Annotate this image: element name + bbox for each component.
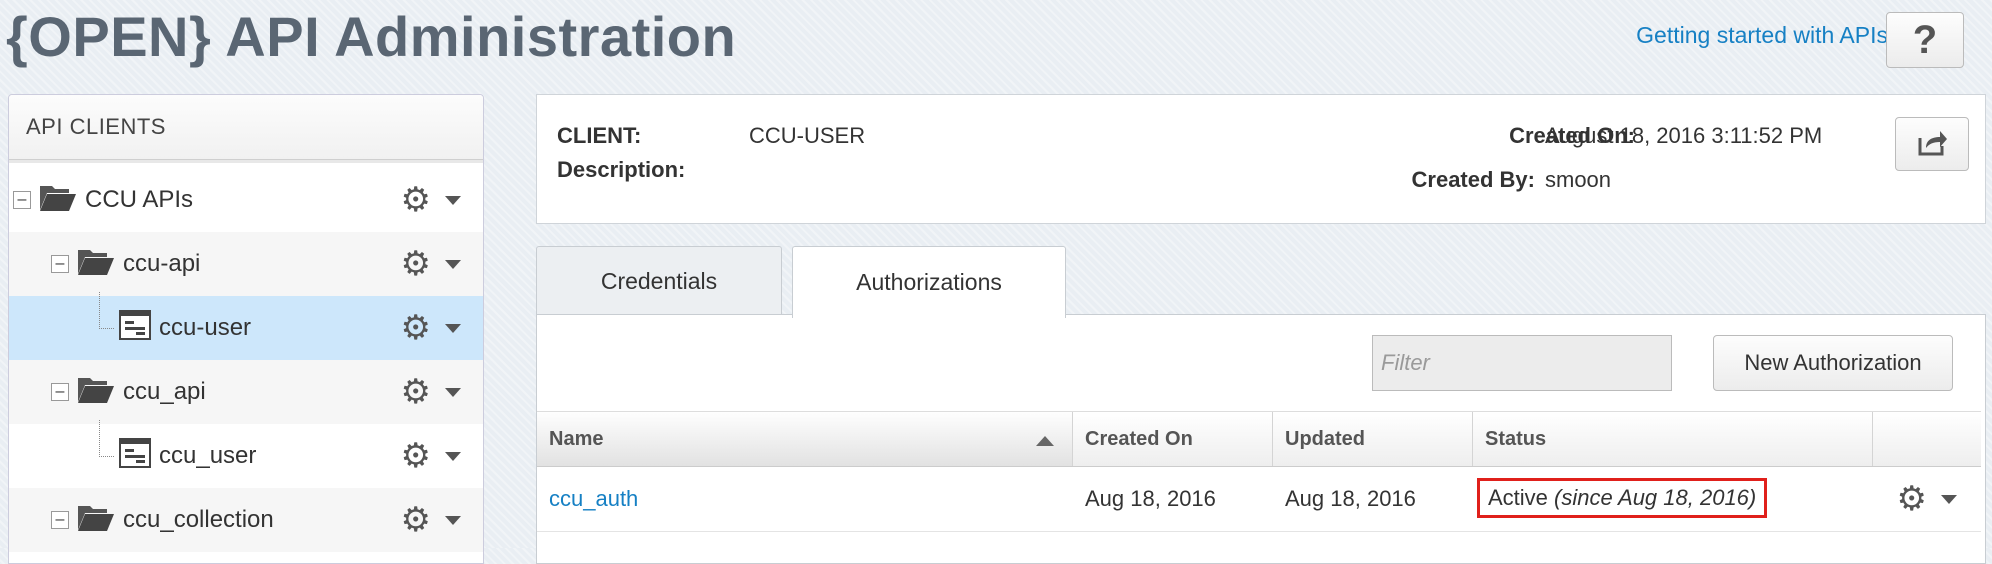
row-actions-menu[interactable]: ⚙ [401, 247, 461, 281]
help-button[interactable]: ? [1886, 12, 1964, 68]
share-icon [1916, 128, 1948, 161]
row-actions-menu[interactable]: ⚙ [401, 503, 461, 537]
tree-item-ccu_collection-folder[interactable]: – ccu_collection ⚙ [9, 488, 483, 552]
collapse-icon[interactable]: – [51, 383, 69, 401]
table-header: Name Created On Updated Status [537, 411, 1981, 467]
api-clients-tree: – CCU APIs ⚙ – ccu-api ⚙ ccu-user ⚙ – cc… [9, 160, 483, 552]
export-button[interactable] [1895, 117, 1969, 171]
tree-item-ccu-api-folder[interactable]: – ccu-api ⚙ [9, 232, 483, 296]
gear-icon[interactable]: ⚙ [401, 311, 431, 345]
client-detail-panel: CLIENT: CCU-USER Description: Created On… [536, 94, 1986, 224]
chevron-down-icon[interactable] [445, 515, 461, 525]
tab-credentials[interactable]: Credentials [536, 246, 782, 316]
created-by-label: Created By: [1411, 167, 1535, 192]
updated-cell: Aug 18, 2016 [1285, 486, 1416, 511]
created-on-cell: Aug 18, 2016 [1085, 486, 1216, 511]
row-actions-menu[interactable]: ⚙ [401, 311, 461, 345]
sort-ascending-icon [1036, 436, 1054, 446]
chevron-down-icon[interactable] [445, 451, 461, 461]
tree-item-label: ccu_api [123, 378, 206, 405]
client-icon [119, 309, 151, 347]
folder-open-icon [77, 502, 115, 539]
help-icon: ? [1912, 17, 1938, 62]
gear-icon[interactable]: ⚙ [401, 183, 431, 217]
status-cell: Active (since Aug 18, 2016) [1477, 478, 1768, 518]
status-value: Active [1488, 485, 1548, 510]
authorizations-table: Name Created On Updated Status ccu_auth … [537, 411, 1981, 532]
filter-input[interactable]: Filter [1372, 335, 1672, 391]
gear-icon[interactable]: ⚙ [401, 439, 431, 473]
new-authorization-button[interactable]: New Authorization [1713, 335, 1953, 391]
getting-started-link[interactable]: Getting started with APIs [1636, 22, 1888, 49]
created-by-value: smoon [1545, 167, 1612, 192]
row-actions-menu[interactable]: ⚙ [1897, 482, 1957, 516]
row-actions-menu[interactable]: ⚙ [401, 375, 461, 409]
page-title: {OPEN} API Administration [6, 5, 737, 68]
tree-item-ccu_api-folder[interactable]: – ccu_api ⚙ [9, 360, 483, 424]
folder-open-icon [77, 246, 115, 283]
collapse-icon[interactable]: – [51, 511, 69, 529]
tree-item-label: ccu_collection [123, 506, 274, 533]
tree-item-ccu-user[interactable]: ccu-user ⚙ [9, 292, 483, 360]
tree-item-ccu-apis[interactable]: – CCU APIs ⚙ [9, 168, 483, 232]
gear-icon[interactable]: ⚙ [401, 503, 431, 537]
column-header-label: Name [549, 428, 604, 450]
chevron-down-icon[interactable] [445, 259, 461, 269]
tree-item-label: CCU APIs [85, 186, 194, 213]
tree-item-ccu_user[interactable]: ccu_user ⚙ [9, 420, 483, 488]
row-actions-menu[interactable]: ⚙ [401, 439, 461, 473]
tab-authorizations[interactable]: Authorizations [792, 246, 1066, 318]
client-icon [119, 437, 151, 475]
column-header-actions [1873, 412, 1981, 466]
chevron-down-icon[interactable] [445, 195, 461, 205]
authorization-name[interactable]: ccu_auth [549, 486, 638, 511]
gear-icon[interactable]: ⚙ [401, 375, 431, 409]
api-clients-panel: API CLIENTS – CCU APIs ⚙ – ccu-api ⚙ ccu… [8, 94, 484, 564]
tree-item-label: ccu-api [123, 250, 201, 277]
folder-open-icon [39, 182, 77, 219]
column-header-updated[interactable]: Updated [1273, 412, 1473, 466]
tree-connector [99, 292, 114, 329]
client-label: CLIENT: [557, 123, 642, 148]
table-row: ccu_auth Aug 18, 2016 Aug 18, 2016 Activ… [537, 467, 1981, 532]
chevron-down-icon[interactable] [1941, 494, 1957, 504]
row-actions-menu[interactable]: ⚙ [401, 183, 461, 217]
authorizations-panel: Filter New Authorization Name Created On… [536, 314, 1986, 564]
description-label: Description: [557, 157, 686, 182]
chevron-down-icon[interactable] [445, 387, 461, 397]
gear-icon[interactable]: ⚙ [1897, 482, 1927, 516]
chevron-down-icon[interactable] [445, 323, 461, 333]
api-clients-heading: API CLIENTS [9, 95, 483, 160]
tree-item-label: ccu_user [159, 442, 257, 469]
client-value: CCU-USER [749, 123, 866, 148]
tree-item-label: ccu-user [159, 314, 252, 341]
created-on-value: August 18, 2016 3:11:52 PM [1545, 123, 1823, 148]
status-since: (since Aug 18, 2016) [1554, 485, 1757, 510]
authorization-name-link[interactable]: ccu_auth [537, 467, 1073, 531]
column-header-status[interactable]: Status [1473, 412, 1873, 466]
collapse-icon[interactable]: – [13, 191, 31, 209]
column-header-created-on[interactable]: Created On [1073, 412, 1273, 466]
column-header-name[interactable]: Name [537, 412, 1073, 466]
tree-connector [99, 420, 114, 457]
gear-icon[interactable]: ⚙ [401, 247, 431, 281]
collapse-icon[interactable]: – [51, 255, 69, 273]
folder-open-icon [77, 374, 115, 411]
